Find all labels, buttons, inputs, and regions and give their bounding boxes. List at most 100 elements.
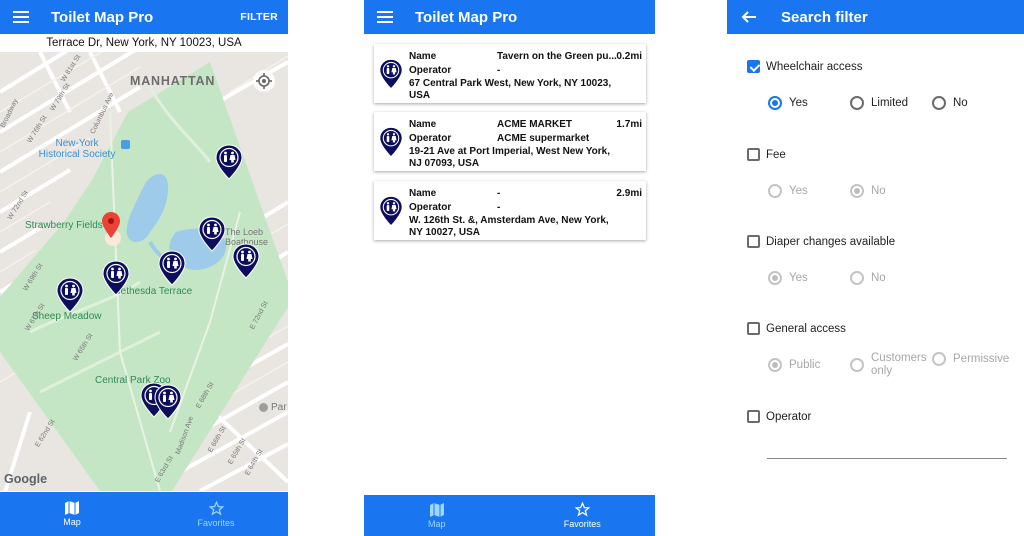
star-icon [208,500,224,516]
wheelchair-checkbox[interactable]: Wheelchair access [747,60,863,73]
wheelchair-section: Wheelchair access [747,60,863,73]
map-label-historical-society: New-York Historical Society [38,138,116,160]
radio-label: No [871,185,886,197]
search-filter-screen: Search filter Wheelchair access Yes Limi… [727,0,1024,536]
checkbox-icon [747,148,760,161]
radio-access-customers[interactable]: Customers only [850,352,927,378]
toilet-marker-icon [154,384,182,420]
toilet-card[interactable]: Name ACME MARKET 1.7mi Operator ACME super… [374,112,646,171]
checkbox-icon [747,410,760,423]
radio-label: No [953,97,968,109]
nav-map-label: Map [63,517,81,527]
app-title: Toilet Map Pro [415,8,518,26]
back-arrow-icon[interactable] [741,9,757,25]
general-access-checkbox[interactable]: General access [747,322,846,335]
radio-icon [850,358,864,372]
radio-label: Customers only [871,352,927,377]
diaper-checkbox[interactable]: Diaper changes available [747,235,895,248]
radio-label: Yes [789,97,808,109]
app-title: Toilet Map Pro [51,8,154,26]
operator-input[interactable] [767,458,1007,459]
toilet-marker-icon [379,58,403,90]
toilet-marker[interactable] [232,243,260,279]
radio-wheelchair-limited[interactable]: Limited [850,96,908,110]
radio-label: No [871,272,886,284]
wheelchair-label: Wheelchair access [766,60,863,73]
toilet-distance: 0.2mi [616,51,642,62]
diaper-options: Yes No [768,271,1018,301]
radio-fee-no[interactable]: No [850,184,886,198]
radio-fee-yes[interactable]: Yes [768,184,808,198]
nav-favorites-label: Favorites [197,517,235,528]
toilet-operator: ACME supermarket [497,133,590,144]
toilet-marker-icon [102,260,130,296]
toilet-distance: 2.9mi [616,188,642,199]
nav-favorites[interactable]: Favorites [144,492,288,536]
radio-label: Yes [789,185,808,197]
operator-key: Operator [409,65,452,76]
address-label: Terrace Dr, New York, NY 10023, USA [0,34,288,52]
checkbox-checked-icon [747,60,760,73]
filter-app-bar: Search filter [727,0,1024,34]
radio-diaper-no[interactable]: No [850,271,886,285]
map-label-strawberry-fields: Strawberry Fields [25,220,103,231]
toilet-marker-icon [215,144,243,180]
map-view[interactable]: MANHATTAN New-York Historical Society St… [0,52,288,491]
operator-section: Operator [747,410,811,423]
radio-diaper-yes[interactable]: Yes [768,271,808,285]
toilet-card[interactable]: Name - 2.9mi Operator - W. 126th St. &, Am… [374,181,646,240]
radio-wheelchair-no[interactable]: No [932,96,968,110]
fee-label: Fee [766,148,786,161]
name-key: Name [409,51,437,62]
radio-access-permissive[interactable]: Permissive [932,352,1010,366]
nav-map[interactable]: Map [0,492,144,536]
map-app-bar: Toilet Map Pro FILTER [0,0,288,34]
radio-access-public[interactable]: Public [768,358,820,372]
toilet-card[interactable]: Name Tavern on the Green pu... 0.2mi Oper… [374,44,646,103]
toilet-marker[interactable] [158,250,186,286]
toilet-marker[interactable] [154,384,182,420]
toilet-marker[interactable] [56,277,84,313]
list-app-bar: Toilet Map Pro [364,0,655,34]
toilet-address: 19-21 Ave at Port Imperial, West New Yor… [409,146,611,169]
checkbox-icon [747,322,760,335]
nav-map-label: Map [427,518,446,529]
toilet-address: W. 126th St. &, Amsterdam Ave, New York,… [409,215,609,238]
google-logo: Google [4,472,48,486]
general-access-options: Public Customers only Permissive [768,352,1018,382]
diaper-label: Diaper changes available [766,235,896,248]
radio-icon [932,352,946,366]
current-location-pin[interactable] [102,212,120,238]
operator-checkbox[interactable]: Operator [747,410,811,423]
nav-map[interactable]: Map [364,495,510,536]
radio-label: Permissive [953,352,1010,365]
my-location-button[interactable] [253,70,275,92]
toilet-name: - [497,188,501,199]
nav-favorites[interactable]: Favorites [510,495,656,536]
toilet-address: 67 Central Park West, New York, NY 10023… [409,78,612,101]
fee-options: Yes No [768,184,1018,214]
toilet-marker[interactable] [215,144,243,180]
filter-button[interactable]: FILTER [240,11,278,23]
map-screen: Toilet Map Pro FILTER Terrace Dr, New Yo… [0,0,288,536]
toilet-marker[interactable] [102,260,130,296]
toilet-marker-icon [232,243,260,279]
red-pin-icon [102,212,120,238]
toilet-marker-icon [379,126,403,158]
nav-favorites-label: Favorites [563,519,601,529]
radio-selected-icon [850,184,864,198]
general-access-label: General access [766,322,846,335]
toilet-marker[interactable] [198,216,226,252]
fee-checkbox[interactable]: Fee [747,148,786,161]
fee-section: Fee [747,148,786,161]
radio-selected-icon [768,96,782,110]
favorites-screen: Toilet Map Pro Name Tavern on the Green p… [364,0,655,536]
menu-icon[interactable] [377,11,393,23]
radio-wheelchair-yes[interactable]: Yes [768,96,808,110]
map-icon [65,501,79,515]
menu-icon[interactable] [13,11,29,23]
toilet-marker-icon [56,277,84,313]
toilet-marker-icon [379,195,403,227]
star-icon [574,502,590,517]
filter-title: Search filter [781,8,868,26]
